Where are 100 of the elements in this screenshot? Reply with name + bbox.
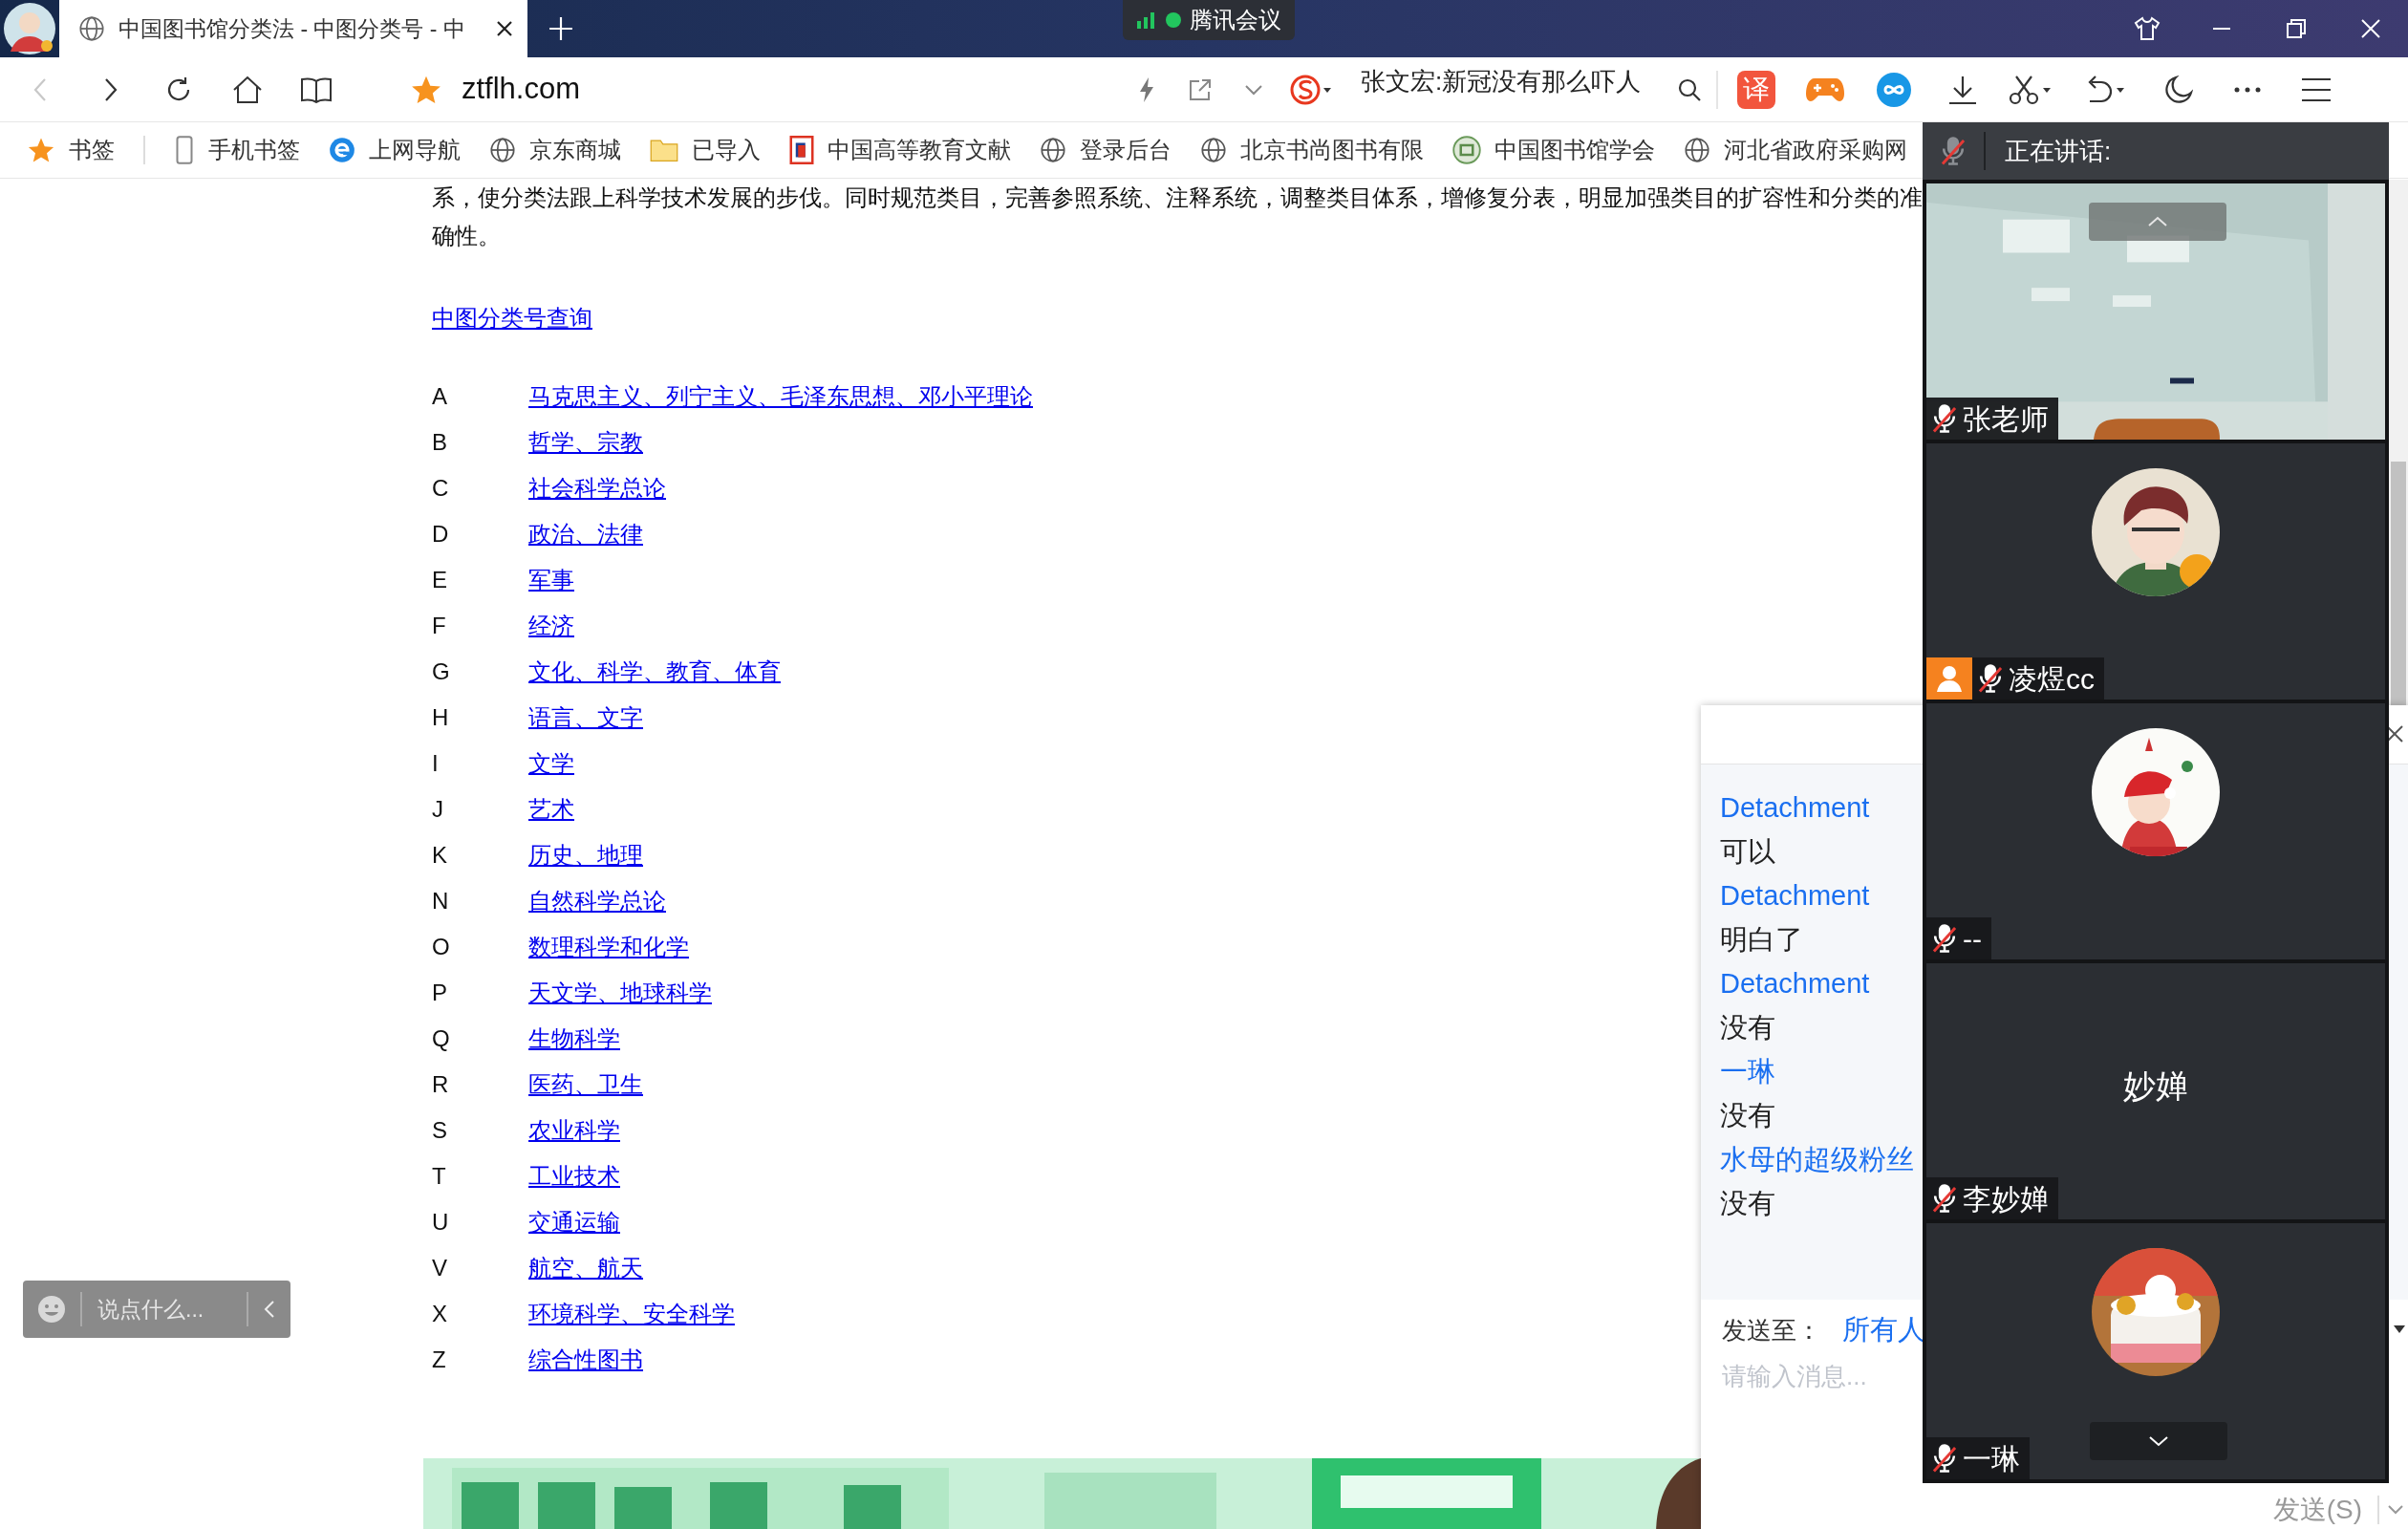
infinity-icon[interactable] <box>1876 71 1912 108</box>
browser-tab[interactable]: 中国图书馆分类法 - 中图分类号 - 中 <box>59 0 527 57</box>
category-link[interactable]: 环境科学、安全科学 <box>528 1297 735 1331</box>
bookmark-link[interactable]: 登录后台 <box>1080 133 1172 167</box>
share-icon[interactable] <box>1188 76 1213 102</box>
class-code: C <box>432 474 450 503</box>
bookmark-link[interactable]: 中国高等教育文献 <box>828 133 1011 167</box>
bookmark-link[interactable]: 上网导航 <box>369 133 461 167</box>
shirt-icon[interactable] <box>2134 16 2161 41</box>
folder-icon <box>650 138 678 162</box>
menu-icon[interactable] <box>2301 76 2332 102</box>
category-link[interactable]: 自然科学总论 <box>528 884 666 918</box>
search-icon[interactable] <box>1677 76 1702 102</box>
search-suggestion[interactable]: 张文宏:新冠没有那么吓人 <box>1361 63 1666 100</box>
book-icon[interactable] <box>300 75 333 103</box>
meeting-indicator[interactable]: 腾讯会议 <box>1123 0 1295 40</box>
comment-input[interactable]: 说点什么... <box>97 1292 247 1326</box>
class-code: U <box>432 1208 450 1237</box>
user-avatar-icon[interactable] <box>3 2 56 55</box>
message-sender[interactable]: 一琳 <box>1720 1049 1775 1093</box>
moon-icon[interactable] <box>2164 75 2193 104</box>
bookmark-link[interactable]: 已导入 <box>692 133 761 167</box>
category-link[interactable]: 医药、卫生 <box>528 1067 643 1102</box>
class-code: I <box>432 749 440 778</box>
comment-field[interactable]: 说点什么... <box>23 1281 290 1338</box>
participant-tile[interactable]: 一琳 <box>1926 1223 2385 1479</box>
category-link[interactable]: 航空、航天 <box>528 1251 643 1285</box>
message-sender[interactable]: Detachment <box>1720 961 1870 1005</box>
category-link[interactable]: 经济 <box>528 609 574 643</box>
scrollbar-thumb[interactable] <box>2391 462 2406 705</box>
category-link[interactable]: 工业技术 <box>528 1159 620 1194</box>
globe-icon <box>78 15 105 42</box>
more-icon[interactable] <box>2233 85 2262 94</box>
document-icon <box>789 136 814 164</box>
scissors-icon[interactable] <box>2009 74 2053 105</box>
query-link[interactable]: 中图分类号查询 <box>432 299 592 337</box>
download-icon[interactable] <box>1947 74 1978 105</box>
chevron-up-icon <box>2147 216 2168 227</box>
participant-name: 一琳 <box>1963 1441 2020 1476</box>
category-link[interactable]: 文化、科学、教育、体育 <box>528 655 781 689</box>
phone-icon <box>174 136 195 164</box>
class-code: X <box>432 1300 448 1328</box>
chevron-down-icon[interactable] <box>2387 1504 2404 1516</box>
category-link[interactable]: 政治、法律 <box>528 517 643 551</box>
lightning-icon[interactable] <box>1138 75 1155 103</box>
category-link[interactable]: 数理科学和化学 <box>528 930 689 964</box>
participant-tile[interactable]: 妙婵 李妙婵 <box>1926 963 2385 1219</box>
message-input[interactable]: 请输入消息... <box>1722 1357 1918 1395</box>
bookmark-link[interactable]: 北京书尚图书有限 <box>1240 133 1424 167</box>
participant-name: 凌煜cc <box>2009 661 2095 697</box>
category-link[interactable]: 社会科学总论 <box>528 471 666 506</box>
send-to-label: 发送至： <box>1722 1314 1821 1346</box>
speaking-label: 正在讲话: <box>2005 135 2112 167</box>
recipient-select[interactable]: 所有人 <box>1842 1309 1925 1351</box>
chevron-left-icon[interactable] <box>264 1300 275 1319</box>
category-link[interactable]: 综合性图书 <box>528 1343 643 1377</box>
new-tab-icon[interactable] <box>548 16 573 41</box>
category-link[interactable]: 文学 <box>528 746 574 781</box>
category-link[interactable]: 语言、文字 <box>528 700 643 735</box>
search-engine-icon[interactable] <box>1289 73 1333 106</box>
participant-tile[interactable]: -- <box>1926 703 2385 959</box>
class-code: N <box>432 887 450 915</box>
address-text[interactable]: ztflh.com <box>462 67 1120 112</box>
participant-name: 李妙婵 <box>1963 1181 2049 1217</box>
message-sender[interactable]: Detachment <box>1720 786 1870 829</box>
browser-e-icon <box>329 137 355 163</box>
chevron-down-icon <box>2148 1435 2169 1447</box>
category-link[interactable]: 艺术 <box>528 792 574 827</box>
category-link[interactable]: 天文学、地球科学 <box>528 976 712 1010</box>
tab-title: 中国图书馆分类法 - 中图分类号 - 中 <box>118 14 466 43</box>
category-link[interactable]: 农业科学 <box>528 1113 620 1148</box>
restore-icon[interactable] <box>2286 18 2307 39</box>
class-code: Z <box>432 1346 447 1374</box>
message-text: 明白了 <box>1720 923 1803 957</box>
class-code: J <box>432 795 444 824</box>
bookmark-link[interactable]: 书签 <box>69 133 115 167</box>
category-link[interactable]: 军事 <box>528 563 574 597</box>
participant-tile[interactable]: 凌煜cc <box>1926 443 2385 700</box>
category-link[interactable]: 历史、地理 <box>528 838 643 872</box>
participant-tile[interactable]: 张老师 <box>1926 183 2385 440</box>
category-link[interactable]: 生物科学 <box>528 1022 620 1056</box>
close-icon[interactable] <box>495 19 514 38</box>
class-code: V <box>432 1254 448 1282</box>
category-link[interactable]: 交通运输 <box>528 1205 620 1239</box>
bookmark-link[interactable]: 河北省政府采购网 <box>1724 133 1907 167</box>
class-code: S <box>432 1116 448 1145</box>
message-sender[interactable]: Detachment <box>1720 873 1870 917</box>
dropdown-caret-icon[interactable] <box>2393 1324 2406 1334</box>
category-link[interactable]: 哲学、宗教 <box>528 425 643 460</box>
bookmark-link[interactable]: 京东商城 <box>529 133 621 167</box>
class-code: D <box>432 520 450 549</box>
bookmark-link[interactable]: 手机书签 <box>208 133 300 167</box>
participant-name: -- <box>1963 921 1982 957</box>
chevron-down-icon[interactable] <box>1244 83 1263 96</box>
bookmark-link[interactable]: 中国图书馆学会 <box>1494 133 1655 167</box>
home-icon[interactable] <box>232 75 263 104</box>
globe-icon <box>1684 137 1710 163</box>
meeting-app-title: 腾讯会议 <box>1190 6 1281 34</box>
message-sender[interactable]: 水母的超级粉丝 <box>1720 1137 1914 1181</box>
category-link[interactable]: 马克思主义、列宁主义、毛泽东思想、邓小平理论 <box>528 379 1033 414</box>
